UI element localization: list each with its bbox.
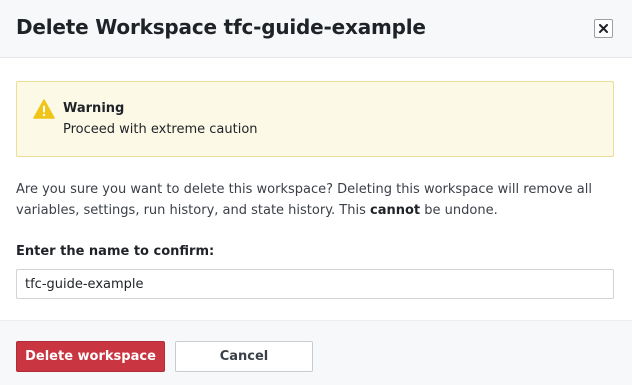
close-icon <box>599 24 608 33</box>
warning-banner: Warning Proceed with extreme caution <box>16 81 614 157</box>
description-text-end: be undone. <box>420 203 498 218</box>
delete-description: Are you sure you want to delete this wor… <box>16 179 616 221</box>
close-button[interactable] <box>594 19 613 38</box>
description-text: Are you sure you want to delete this wor… <box>16 182 592 218</box>
delete-workspace-modal: Delete Workspace tfc-guide-example Warni… <box>0 0 632 385</box>
delete-workspace-button[interactable]: Delete workspace <box>16 341 165 372</box>
modal-footer: Delete workspace Cancel <box>0 320 632 385</box>
modal-title: Delete Workspace tfc-guide-example <box>16 15 426 39</box>
confirm-label: Enter the name to confirm: <box>16 244 215 259</box>
modal-header: Delete Workspace tfc-guide-example <box>0 0 632 58</box>
warning-triangle-icon <box>33 99 55 119</box>
description-emphasis: cannot <box>370 203 421 218</box>
warning-text: Proceed with extreme caution <box>63 122 258 137</box>
cancel-button[interactable]: Cancel <box>175 341 313 372</box>
confirm-name-input[interactable] <box>16 269 614 299</box>
warning-title: Warning <box>63 101 125 116</box>
